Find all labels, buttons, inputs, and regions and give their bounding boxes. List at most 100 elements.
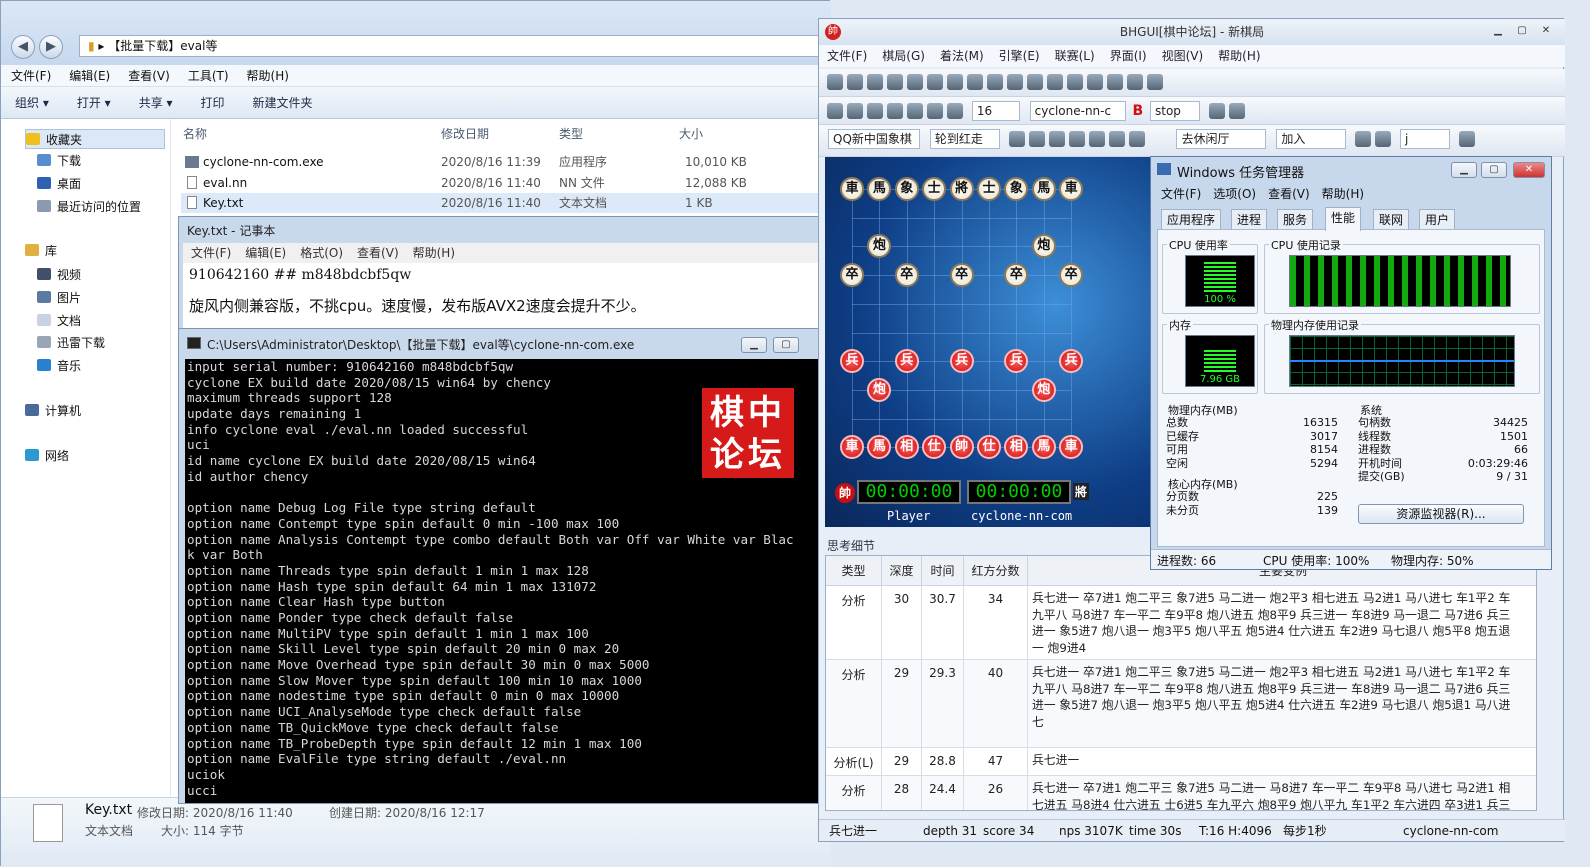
nav-videos[interactable]: 视频 bbox=[37, 265, 81, 285]
black-piece[interactable]: 炮 bbox=[1031, 234, 1056, 259]
black-piece[interactable]: 士 bbox=[977, 177, 1001, 201]
bh-menu-league[interactable]: 联赛(L) bbox=[1055, 45, 1095, 67]
file-row[interactable]: eval.nn 2020/8/16 11:40 NN 文件 12,088 KB bbox=[181, 173, 821, 193]
red-piece[interactable]: 帥 bbox=[949, 435, 974, 460]
menu-edit[interactable]: 编辑(E) bbox=[69, 65, 110, 87]
menu-help[interactable]: 帮助(H) bbox=[247, 65, 289, 87]
np-menu-view[interactable]: 查看(V) bbox=[357, 243, 399, 263]
capture-icon[interactable] bbox=[1048, 131, 1065, 147]
next-move-icon[interactable] bbox=[1027, 74, 1043, 90]
menu-file[interactable]: 文件(F) bbox=[11, 65, 51, 87]
bh-menu-engine[interactable]: 引擎(E) bbox=[999, 45, 1040, 67]
b-icon[interactable]: B bbox=[1132, 103, 1143, 119]
menu-tools[interactable]: 工具(T) bbox=[188, 65, 229, 87]
board-source-combo[interactable]: QQ新中国象棋 bbox=[828, 129, 920, 149]
analyze-icon[interactable] bbox=[927, 103, 943, 119]
nav-music[interactable]: 音乐 bbox=[37, 356, 81, 376]
black-piece[interactable]: 卒 bbox=[1059, 263, 1084, 288]
back-button[interactable]: ◀ bbox=[11, 35, 35, 59]
print-button[interactable]: 打印 bbox=[201, 87, 225, 119]
lobby-combo[interactable]: 去休闲厅 bbox=[1176, 129, 1267, 149]
menu-view[interactable]: 查看(V) bbox=[128, 65, 170, 87]
copy-icon[interactable] bbox=[947, 74, 963, 90]
analysis-row[interactable]: 分析 30 30.7 34 兵七进一 卒7进1 炮二平三 象7进5 马二进一 炮2平3 … bbox=[826, 586, 1536, 660]
black-piece[interactable]: 炮 bbox=[867, 234, 892, 259]
join-combo[interactable]: 加入 bbox=[1276, 129, 1347, 149]
black-piece[interactable]: 象 bbox=[1004, 177, 1029, 201]
analysis-row[interactable]: 分析(L) 29 28.8 47 兵七进一 bbox=[826, 748, 1536, 776]
open-icon[interactable] bbox=[847, 74, 863, 90]
window-icon[interactable] bbox=[1127, 74, 1143, 90]
bh-menu-help[interactable]: 帮助(H) bbox=[1218, 45, 1260, 67]
black-piece[interactable]: 象 bbox=[894, 177, 919, 201]
flag-icon[interactable] bbox=[887, 103, 903, 119]
red-piece[interactable]: 兵 bbox=[840, 349, 864, 374]
engine-icon[interactable] bbox=[827, 103, 843, 119]
depth-combo[interactable]: 16 bbox=[971, 101, 1020, 121]
black-piece[interactable]: 卒 bbox=[1004, 263, 1029, 288]
address-bar[interactable]: ▮ ▸ 【批量下载】eval等 bbox=[79, 35, 819, 57]
black-piece[interactable]: 車 bbox=[840, 177, 864, 201]
minimize-button[interactable]: ▁ bbox=[1451, 162, 1477, 178]
red-piece[interactable]: 車 bbox=[840, 435, 864, 460]
close-button[interactable]: ✕ bbox=[1513, 162, 1545, 178]
tab-users[interactable]: 用户 bbox=[1419, 209, 1456, 229]
link-icon[interactable] bbox=[1008, 131, 1025, 147]
np-menu-file[interactable]: 文件(F) bbox=[191, 243, 231, 263]
tab-networking[interactable]: 联网 bbox=[1373, 209, 1410, 229]
nav-favorites[interactable]: 收藏夹 bbox=[25, 129, 165, 149]
grid-icon[interactable] bbox=[1355, 131, 1372, 147]
resource-monitor-button[interactable]: 资源监视器(R)... bbox=[1358, 504, 1524, 524]
black-piece-icon[interactable] bbox=[1128, 131, 1145, 147]
nav-xunlei[interactable]: 迅雷下载 bbox=[37, 333, 105, 353]
tab-processes[interactable]: 进程 bbox=[1231, 209, 1268, 229]
bh-menu-ui[interactable]: 界面(I) bbox=[1110, 45, 1147, 67]
file-row[interactable]: cyclone-nn-com.exe 2020/8/16 11:39 应用程序 … bbox=[181, 152, 821, 172]
red-piece[interactable]: 兵 bbox=[1004, 349, 1029, 374]
notepad-text-area[interactable]: 910642160 ## m848bdcbf5qw 旋风内侧兼容版，不挑cpu。… bbox=[183, 263, 827, 331]
red-piece[interactable]: 兵 bbox=[1059, 349, 1084, 374]
monitor-icon[interactable] bbox=[867, 103, 883, 119]
nav-pictures[interactable]: 图片 bbox=[37, 288, 81, 308]
red-piece-icon[interactable] bbox=[1108, 131, 1125, 147]
column-size[interactable]: 大小 bbox=[679, 125, 703, 142]
analysis-row[interactable]: 分析 29 29.3 40 兵七进一 卒7进1 炮二平三 象7进5 马二进一 炮2平3 … bbox=[826, 660, 1536, 748]
tm-menu-options[interactable]: 选项(O) bbox=[1213, 185, 1256, 202]
tab-applications[interactable]: 应用程序 bbox=[1161, 209, 1222, 229]
red-piece[interactable]: 兵 bbox=[894, 349, 919, 374]
new-folder-button[interactable]: 新建文件夹 bbox=[253, 87, 313, 119]
tm-menu-view[interactable]: 查看(V) bbox=[1268, 185, 1310, 202]
close-button[interactable]: ✕ bbox=[1535, 24, 1557, 40]
prev-move-icon[interactable] bbox=[1007, 74, 1023, 90]
last-move-icon[interactable] bbox=[1047, 74, 1063, 90]
down-icon[interactable] bbox=[1375, 131, 1392, 147]
black-piece[interactable]: 車 bbox=[1059, 177, 1084, 201]
column-date[interactable]: 修改日期 bbox=[441, 125, 489, 142]
red-piece[interactable]: 炮 bbox=[867, 377, 892, 402]
analysis-table[interactable]: 类型 深度 时间 红方分数 主要变例 分析 30 30.7 34 兵七进一 卒7进1 炮… bbox=[825, 555, 1537, 811]
col-depth[interactable]: 深度 bbox=[882, 556, 922, 586]
hint-icon[interactable] bbox=[907, 103, 923, 119]
engine-combo[interactable]: cyclone-nn-c bbox=[1029, 101, 1126, 121]
bh-menu-game[interactable]: 棋局(G) bbox=[882, 45, 925, 67]
minimize-button[interactable]: ▁ bbox=[741, 337, 767, 353]
black-piece[interactable]: 馬 bbox=[867, 177, 892, 201]
unlink-icon[interactable] bbox=[1028, 131, 1045, 147]
share-button[interactable]: 共享 ▾ bbox=[139, 87, 173, 119]
maximize-button[interactable]: ▢ bbox=[1511, 24, 1533, 40]
black-piece[interactable]: 馬 bbox=[1031, 177, 1056, 201]
file-row[interactable]: Key.txt 2020/8/16 11:40 文本文档 1 KB bbox=[181, 193, 821, 213]
open-button[interactable]: 打开 ▾ bbox=[77, 87, 111, 119]
help-icon[interactable] bbox=[1147, 74, 1163, 90]
nav-downloads[interactable]: 下载 bbox=[37, 151, 81, 171]
col-time[interactable]: 时间 bbox=[922, 556, 964, 586]
red-piece[interactable]: 馬 bbox=[867, 435, 892, 460]
stop-combo[interactable]: stop bbox=[1149, 101, 1200, 121]
tab-services[interactable]: 服务 bbox=[1277, 209, 1314, 229]
nav-libraries[interactable]: 库 bbox=[25, 241, 57, 261]
j-combo[interactable]: j bbox=[1399, 129, 1450, 149]
black-piece[interactable]: 士 bbox=[922, 177, 947, 201]
red-piece[interactable]: 相 bbox=[894, 435, 919, 460]
xiangqi-board[interactable]: 車馬象士將士象馬車炮炮卒卒卒卒卒兵兵兵兵兵炮炮車馬相仕帥仕相馬車 bbox=[825, 157, 1153, 527]
red-piece[interactable]: 仕 bbox=[977, 435, 1001, 460]
